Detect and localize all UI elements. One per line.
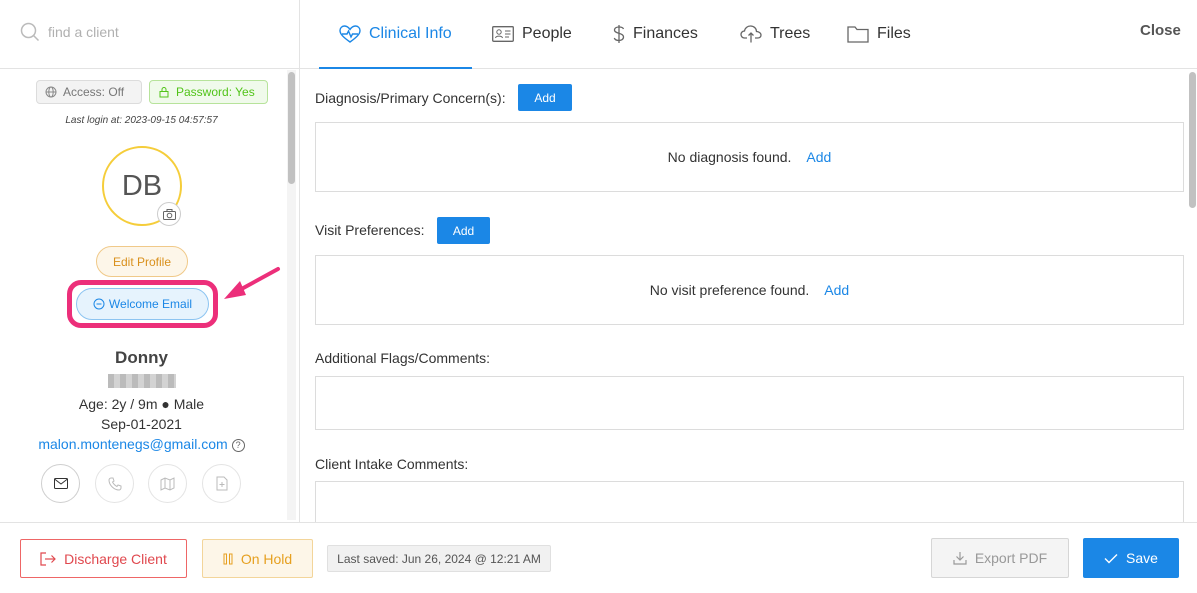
avatar-initials: DB	[121, 169, 163, 202]
diagnosis-empty-text: No diagnosis found.	[667, 149, 792, 165]
add-diagnosis-button[interactable]: Add	[518, 84, 572, 111]
close-button[interactable]: Close	[1140, 22, 1181, 39]
globe-icon	[45, 86, 57, 98]
on-hold-label: On Hold	[240, 550, 293, 567]
tab-bar: Clinical Info People Finances Trees File…	[300, 0, 1197, 69]
add-visit-preference-link[interactable]: Add	[824, 282, 849, 298]
tab-people[interactable]: People	[492, 0, 572, 68]
camera-icon	[162, 208, 176, 220]
map-button[interactable]	[148, 464, 187, 503]
envelope-icon	[53, 478, 68, 489]
visit-preferences-label: Visit Preferences:	[315, 222, 425, 238]
check-icon	[1104, 553, 1118, 563]
content-scrollbar[interactable]	[1188, 70, 1197, 520]
tab-trees[interactable]: Trees	[740, 0, 810, 68]
welcome-email-button[interactable]: Welcome Email	[76, 288, 209, 320]
visit-empty-text: No visit preference found.	[649, 282, 810, 298]
additional-flags-textarea[interactable]	[315, 376, 1184, 430]
dollar-icon	[613, 25, 625, 43]
tab-finances[interactable]: Finances	[613, 0, 698, 68]
download-icon	[953, 552, 967, 565]
export-pdf-button[interactable]: Export PDF	[931, 538, 1069, 578]
client-search-input[interactable]	[48, 24, 278, 40]
export-pdf-label: Export PDF	[974, 550, 1048, 566]
change-photo-button[interactable]	[157, 202, 181, 226]
active-tab-indicator	[319, 67, 472, 69]
client-email-link[interactable]: malon.montenegs@gmail.com	[38, 436, 227, 452]
email-row: malon.montenegs@gmail.com?	[0, 436, 283, 452]
save-button[interactable]: Save	[1083, 538, 1179, 578]
cloud-upload-icon	[740, 25, 762, 43]
client-search-bar	[0, 0, 299, 69]
redacted-text	[108, 374, 176, 388]
help-icon[interactable]: ?	[231, 439, 245, 452]
id-card-icon	[492, 26, 514, 42]
tab-label: People	[522, 25, 572, 42]
visit-preferences-list: No visit preference found. Add	[315, 255, 1184, 325]
save-label: Save	[1126, 550, 1158, 566]
tab-label: Clinical Info	[369, 25, 452, 42]
send-email-button[interactable]	[41, 464, 80, 503]
minus-circle-icon	[93, 298, 105, 310]
client-sidebar: Access: Off Password: Yes Last login at:…	[0, 0, 300, 522]
intake-comments-label: Client Intake Comments:	[315, 456, 469, 472]
pointer-arrow-icon	[224, 267, 280, 299]
document-icon	[216, 476, 227, 491]
access-badge: Access: Off	[36, 80, 142, 104]
sidebar-scrollbar[interactable]	[287, 70, 296, 520]
date-of-birth: Sep-01-2021	[101, 416, 182, 432]
pause-icon	[223, 553, 233, 564]
age-gender-text: Age: 2y / 9m ● Male	[78, 396, 205, 412]
additional-flags-label: Additional Flags/Comments:	[315, 350, 491, 366]
access-label: Access: Off	[63, 85, 125, 99]
lock-icon	[159, 87, 169, 98]
map-icon	[160, 476, 175, 491]
edit-profile-button[interactable]: Edit Profile	[96, 246, 188, 277]
on-hold-button[interactable]: On Hold	[202, 539, 313, 578]
password-label: Password: Yes	[176, 85, 255, 99]
add-visit-preference-button[interactable]: Add	[437, 217, 490, 244]
discharge-label: Discharge Client	[64, 550, 167, 567]
password-badge: Password: Yes	[149, 80, 268, 104]
call-button[interactable]	[95, 464, 134, 503]
heartbeat-icon	[339, 25, 361, 43]
diagnosis-list: No diagnosis found. Add	[315, 122, 1184, 192]
search-icon	[20, 22, 40, 42]
tab-label: Finances	[633, 25, 698, 42]
content-scroll-thumb[interactable]	[1189, 72, 1196, 208]
phone-icon	[107, 477, 121, 491]
sidebar-scroll-thumb[interactable]	[288, 72, 295, 184]
discharge-client-button[interactable]: Discharge Client	[20, 539, 187, 578]
sign-out-icon	[40, 551, 56, 566]
tab-label: Trees	[770, 25, 811, 42]
last-login-text: Last login at: 2023-09-15 04:57:57	[65, 115, 218, 126]
last-saved-badge: Last saved: Jun 26, 2024 @ 12:21 AM	[327, 545, 551, 572]
document-button[interactable]	[202, 464, 241, 503]
diagnosis-label: Diagnosis/Primary Concern(s):	[315, 90, 506, 106]
tab-files[interactable]: Files	[847, 0, 911, 68]
folder-icon	[847, 26, 869, 43]
add-diagnosis-link[interactable]: Add	[806, 149, 831, 165]
tab-label: Files	[877, 25, 911, 42]
client-name: Donny	[115, 348, 168, 367]
tab-clinical-info[interactable]: Clinical Info	[319, 0, 472, 69]
welcome-email-label: Welcome Email	[108, 297, 193, 311]
